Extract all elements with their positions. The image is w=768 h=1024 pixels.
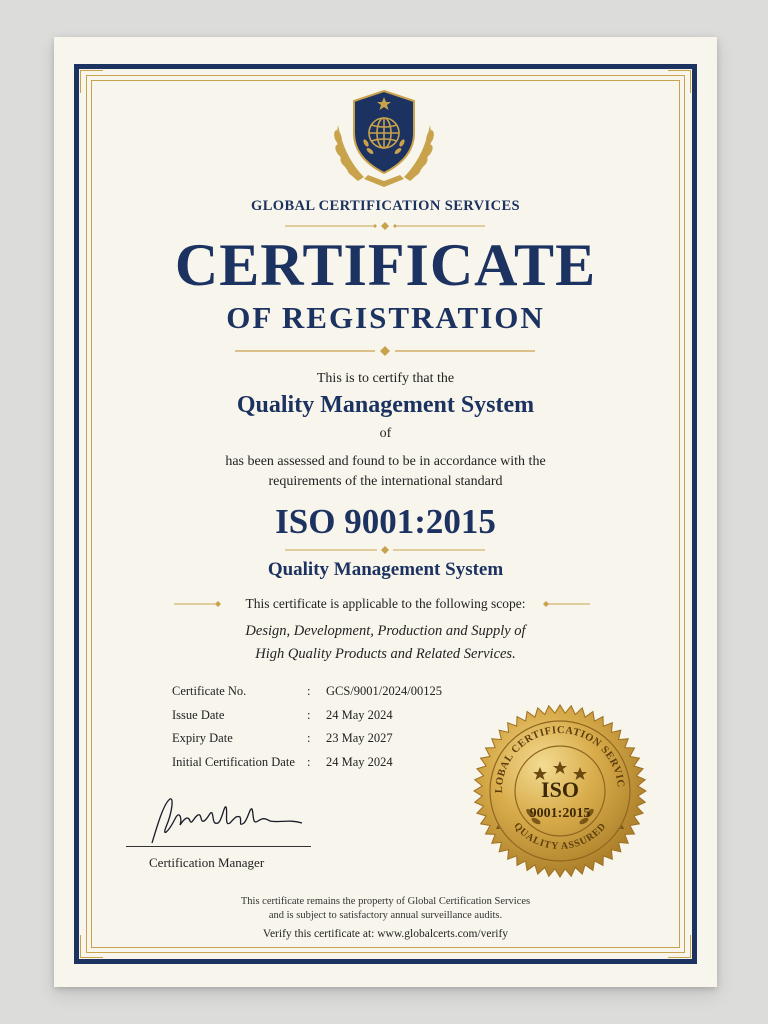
assessed-line-2: requirements of the international standa… (268, 474, 503, 489)
assessed-line-1: has been assessed and found to be in acc… (225, 454, 546, 469)
footer-line-1: This certificate remains the property of… (240, 896, 531, 907)
corner-ornament (80, 70, 103, 93)
seal-center-small: 9001:2015 (530, 806, 591, 821)
verify-line: Verify this certificate at: www.globalce… (262, 928, 509, 940)
detail-label: Certificate No. (172, 684, 247, 698)
scope-intro: This certificate is applicable to the fo… (245, 596, 526, 611)
detail-label: Expiry Date (172, 731, 233, 745)
detail-value: GCS/9001/2024/00125 (326, 684, 442, 698)
certificate-subtitle: OF REGISTRATION (226, 300, 545, 335)
detail-colon: : (307, 731, 311, 745)
detail-value: 24 May 2024 (326, 707, 393, 722)
diamond-ornament-icon (543, 601, 590, 607)
detail-label: Initial Certification Date (172, 754, 295, 769)
detail-colon: : (307, 754, 311, 769)
system-name: Quality Management System (236, 392, 535, 418)
seal-center-big: ISO (541, 777, 579, 802)
standard-number: ISO 9001:2015 (275, 502, 496, 541)
signatory-title: Certification Manager (149, 855, 265, 870)
detail-colon: : (307, 707, 311, 722)
footer-line-2: and is subject to satisfactory annual su… (268, 910, 503, 921)
certificate-title: CERTIFICATE (174, 232, 597, 298)
detail-colon: : (307, 684, 311, 698)
diamond-ornament-icon (285, 546, 485, 554)
organization-name: GLOBAL CERTIFICATION SERVICES (251, 198, 520, 214)
shield-globe-emblem-icon (334, 89, 434, 187)
scope-line-2: High Quality Products and Related Servic… (255, 646, 516, 662)
gold-seal-icon: GLOBAL CERTIFICATION SERVICES QUALITY AS… (473, 704, 647, 878)
corner-ornament (668, 70, 691, 93)
certificate-paper: GLOBAL CERTIFICATION SERVICES CERTIFICAT… (54, 37, 717, 987)
detail-label: Issue Date (172, 707, 225, 722)
standard-name: Quality Management System (267, 559, 504, 580)
scope-line-1: Design, Development, Production and Supp… (245, 623, 526, 639)
detail-value: 23 May 2027 (326, 731, 393, 745)
diamond-ornament-icon (235, 346, 535, 356)
certify-line: This is to certify that the (316, 371, 455, 386)
of-word: of (379, 426, 392, 441)
signature-line (126, 846, 311, 847)
signature (151, 798, 303, 844)
detail-value: 24 May 2024 (326, 754, 393, 769)
